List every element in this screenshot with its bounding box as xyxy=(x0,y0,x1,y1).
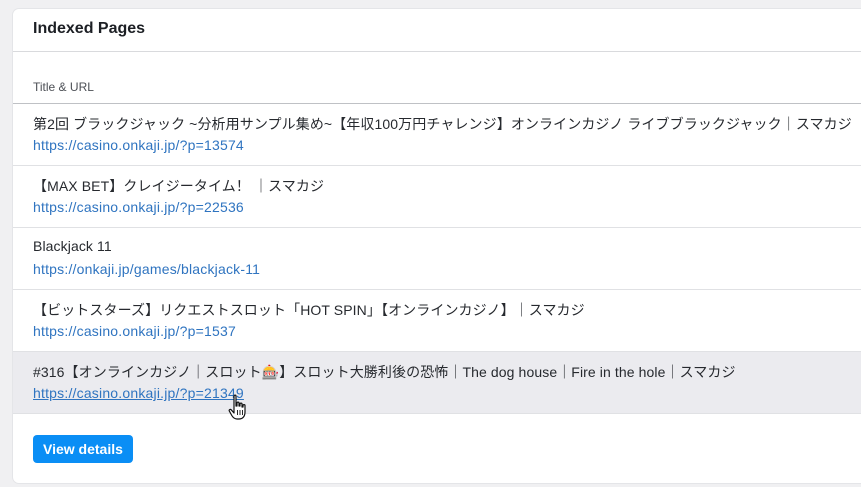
page-url-link[interactable]: https://onkaji.jp/games/blackjack-11 xyxy=(33,261,260,277)
page-url-link[interactable]: https://casino.onkaji.jp/?p=22536 xyxy=(33,199,244,215)
page-title: Blackjack 11 xyxy=(33,238,112,254)
page-url-link[interactable]: https://casino.onkaji.jp/?p=1537 xyxy=(33,323,236,339)
page-url-link[interactable]: https://casino.onkaji.jp/?p=13574 xyxy=(33,137,244,153)
table-row: Blackjack 11 https://onkaji.jp/games/bla… xyxy=(13,228,861,290)
table-row: 【MAX BET】クレイジータイム！ ｜スマカジ https://casino.… xyxy=(13,166,861,228)
page-title: 【MAX BET】クレイジータイム！ ｜スマカジ xyxy=(33,178,325,194)
table-row: 【ビットスターズ】リクエストスロット「HOT SPIN」【オンラインカジノ】｜ス… xyxy=(13,290,861,352)
card-footer: View details xyxy=(13,414,861,463)
hand-pointer-icon xyxy=(228,394,246,420)
indexed-pages-card: Indexed Pages Title & URL 第2回 ブラックジャック ~… xyxy=(13,9,861,483)
card-title: Indexed Pages xyxy=(33,20,146,37)
page-url-link[interactable]: https://casino.onkaji.jp/?p=21349 xyxy=(33,385,244,401)
table-row: 第2回 ブラックジャック ~分析用サンプル集め~【年収100万円チャレンジ】オン… xyxy=(13,104,861,166)
page-title: #316【オンラインカジノ｜スロット🎰】スロット大勝利後の恐怖｜The dog … xyxy=(33,364,736,380)
page-title: 【ビットスターズ】リクエストスロット「HOT SPIN」【オンラインカジノ】｜ス… xyxy=(33,302,585,318)
column-header: Title & URL xyxy=(13,52,861,104)
page-title: 第2回 ブラックジャック ~分析用サンプル集め~【年収100万円チャレンジ】オン… xyxy=(33,116,852,132)
card-header: Indexed Pages xyxy=(13,9,861,52)
table-row-hovered: #316【オンラインカジノ｜スロット🎰】スロット大勝利後の恐怖｜The dog … xyxy=(13,352,861,414)
column-header-title-url: Title & URL xyxy=(33,80,94,94)
view-details-button[interactable]: View details xyxy=(33,435,133,463)
